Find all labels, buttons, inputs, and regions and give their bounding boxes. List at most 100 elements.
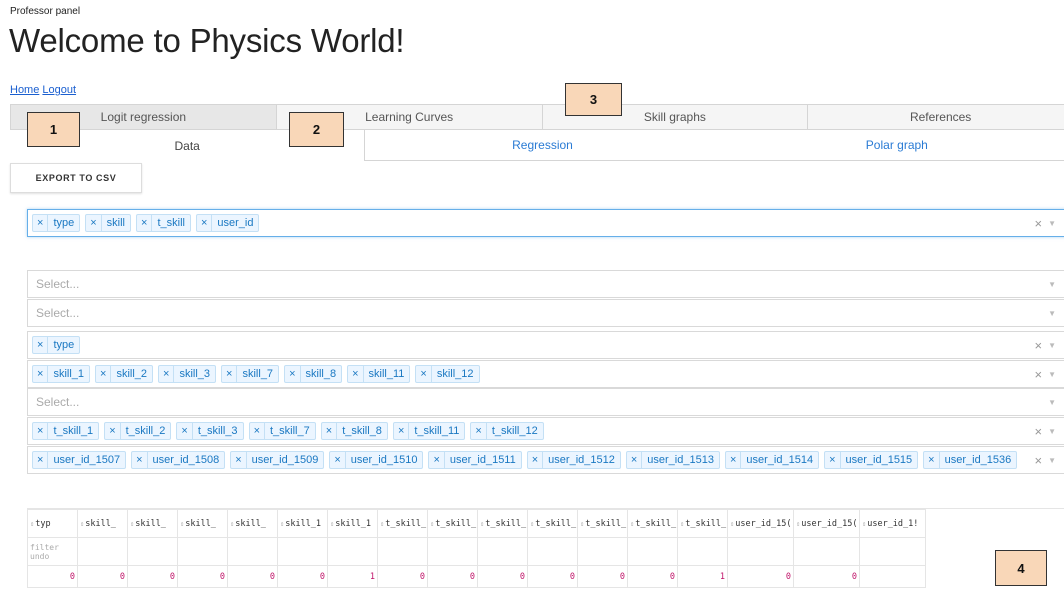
chevron-down-icon[interactable]: ▼ xyxy=(1048,398,1056,407)
tab-references[interactable]: References xyxy=(808,104,1064,130)
remove-chip-icon[interactable]: × xyxy=(394,423,410,439)
sort-icon[interactable]: ⇕ xyxy=(730,520,734,528)
remove-chip-icon[interactable]: × xyxy=(322,423,338,439)
remove-chip-icon[interactable]: × xyxy=(137,215,153,231)
sort-icon[interactable]: ⇕ xyxy=(130,520,134,528)
chevron-down-icon[interactable]: ▼ xyxy=(1048,341,1056,350)
column-header[interactable]: ⇕t_skill_1 xyxy=(677,509,728,538)
remove-chip-icon[interactable]: × xyxy=(285,366,301,382)
filter-cell[interactable] xyxy=(277,537,328,566)
filter-cell[interactable]: filter undo xyxy=(27,537,78,566)
column-header[interactable]: ⇕skill_ xyxy=(177,509,228,538)
remove-chip-icon[interactable]: × xyxy=(33,452,49,468)
sort-icon[interactable]: ⇕ xyxy=(280,520,284,528)
multi-select[interactable]: × user_id_1507 × user_id_1508 × user_id_1509 ×… xyxy=(27,446,1064,474)
sort-icon[interactable]: ⇕ xyxy=(530,520,534,528)
filter-cell[interactable] xyxy=(77,537,128,566)
multi-select[interactable]: Select... ▼ xyxy=(27,299,1064,327)
column-header[interactable]: ⇕skill_ xyxy=(227,509,278,538)
chevron-down-icon[interactable]: ▼ xyxy=(1048,219,1056,228)
column-header[interactable]: ⇕typ xyxy=(27,509,78,538)
column-header[interactable]: ⇕t_skill_1 xyxy=(627,509,678,538)
logout-link[interactable]: Logout xyxy=(42,84,76,96)
multi-select[interactable]: Select... ▼ xyxy=(27,388,1064,416)
column-header[interactable]: ⇕skill_ xyxy=(127,509,178,538)
filter-cell[interactable] xyxy=(427,537,478,566)
remove-chip-icon[interactable]: × xyxy=(33,423,49,439)
column-header[interactable]: ⇕user_id_15( xyxy=(727,509,794,538)
column-header[interactable]: ⇕user_id_15( xyxy=(793,509,860,538)
filter-cell[interactable] xyxy=(227,537,278,566)
column-header[interactable]: ⇕skill_1 xyxy=(327,509,378,538)
column-header[interactable]: ⇕t_skill_ xyxy=(427,509,478,538)
sort-icon[interactable]: ⇕ xyxy=(180,520,184,528)
column-header[interactable]: ⇕t_skill_ xyxy=(477,509,528,538)
chevron-down-icon[interactable]: ▼ xyxy=(1048,370,1056,379)
remove-chip-icon[interactable]: × xyxy=(627,452,643,468)
remove-chip-icon[interactable]: × xyxy=(222,366,238,382)
clear-all-icon[interactable]: × xyxy=(1034,338,1042,353)
sort-icon[interactable]: ⇕ xyxy=(480,520,484,528)
remove-chip-icon[interactable]: × xyxy=(250,423,265,439)
remove-chip-icon[interactable]: × xyxy=(33,366,49,382)
sort-icon[interactable]: ⇕ xyxy=(796,520,800,528)
column-header[interactable]: ⇕t_skill_ xyxy=(377,509,428,538)
multi-select[interactable]: × type × skill × t_skill × user_id × ▼ xyxy=(27,209,1064,237)
column-header[interactable]: ⇕skill_1 xyxy=(277,509,328,538)
column-header[interactable]: ⇕skill_ xyxy=(77,509,128,538)
filter-label[interactable]: filter xyxy=(30,543,75,552)
multi-select[interactable]: × t_skill_1 × t_skill_2 × t_skill_3 × t_skill_7… xyxy=(27,417,1064,445)
column-header[interactable]: ⇕t_skill_ xyxy=(577,509,628,538)
remove-chip-icon[interactable]: × xyxy=(825,452,841,468)
column-header[interactable]: ⇕user_id_1! xyxy=(859,509,926,538)
sort-icon[interactable]: ⇕ xyxy=(430,520,434,528)
sort-icon[interactable]: ⇕ xyxy=(580,520,584,528)
filter-cell[interactable] xyxy=(627,537,678,566)
subtab-regression[interactable]: Regression xyxy=(364,130,720,161)
remove-chip-icon[interactable]: × xyxy=(86,215,102,231)
filter-cell[interactable] xyxy=(527,537,578,566)
subtab-polar-graph[interactable]: Polar graph xyxy=(719,130,1064,161)
chevron-down-icon[interactable]: ▼ xyxy=(1048,456,1056,465)
remove-chip-icon[interactable]: × xyxy=(528,452,544,468)
remove-chip-icon[interactable]: × xyxy=(33,337,49,353)
remove-chip-icon[interactable]: × xyxy=(132,452,148,468)
multi-select[interactable]: Select... ▼ xyxy=(27,270,1064,298)
sort-icon[interactable]: ⇕ xyxy=(330,520,334,528)
filter-cell[interactable] xyxy=(377,537,428,566)
remove-chip-icon[interactable]: × xyxy=(471,423,487,439)
remove-chip-icon[interactable]: × xyxy=(197,215,213,231)
filter-cell[interactable] xyxy=(859,537,926,566)
remove-chip-icon[interactable]: × xyxy=(177,423,193,439)
remove-chip-icon[interactable]: × xyxy=(159,366,175,382)
filter-cell[interactable] xyxy=(127,537,178,566)
remove-chip-icon[interactable]: × xyxy=(231,452,247,468)
clear-all-icon[interactable]: × xyxy=(1034,216,1042,231)
clear-all-icon[interactable]: × xyxy=(1034,424,1042,439)
sort-icon[interactable]: ⇕ xyxy=(680,520,684,528)
export-csv-button[interactable]: EXPORT TO CSV xyxy=(10,163,142,193)
filter-cell[interactable] xyxy=(477,537,528,566)
clear-all-icon[interactable]: × xyxy=(1034,367,1042,382)
remove-chip-icon[interactable]: × xyxy=(429,452,445,468)
multi-select[interactable]: × type × ▼ xyxy=(27,331,1064,359)
filter-cell[interactable] xyxy=(327,537,378,566)
filter-cell[interactable] xyxy=(793,537,860,566)
chevron-down-icon[interactable]: ▼ xyxy=(1048,427,1056,436)
remove-chip-icon[interactable]: × xyxy=(33,215,49,231)
sort-icon[interactable]: ⇕ xyxy=(862,520,866,528)
remove-chip-icon[interactable]: × xyxy=(924,452,940,468)
sort-icon[interactable]: ⇕ xyxy=(30,520,34,528)
clear-all-icon[interactable]: × xyxy=(1034,453,1042,468)
chevron-down-icon[interactable]: ▼ xyxy=(1048,309,1056,318)
multi-select[interactable]: × skill_1 × skill_2 × skill_3 × skill_7 × skill_8… xyxy=(27,360,1064,388)
remove-chip-icon[interactable]: × xyxy=(105,423,121,439)
home-link[interactable]: Home xyxy=(10,84,39,96)
remove-chip-icon[interactable]: × xyxy=(330,452,346,468)
sort-icon[interactable]: ⇕ xyxy=(630,520,634,528)
filter-cell[interactable] xyxy=(677,537,728,566)
sort-icon[interactable]: ⇕ xyxy=(230,520,234,528)
remove-chip-icon[interactable]: × xyxy=(726,452,742,468)
filter-cell[interactable] xyxy=(577,537,628,566)
undo-label[interactable]: undo xyxy=(30,552,75,561)
